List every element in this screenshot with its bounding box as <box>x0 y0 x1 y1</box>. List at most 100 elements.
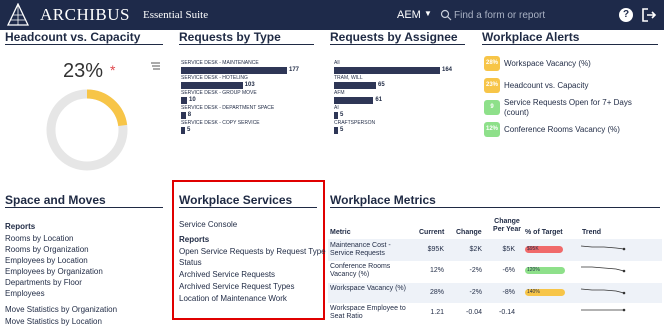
service-console-link[interactable]: Service Console <box>179 220 237 229</box>
bar-value: 10 <box>188 97 196 103</box>
column-header[interactable]: Change <box>456 229 482 237</box>
help-button[interactable]: ? <box>619 8 633 22</box>
bar-value: 61 <box>375 97 383 103</box>
metric-current: 28% <box>429 289 444 296</box>
alert-label[interactable]: Workspace Vacancy (%) <box>504 59 591 69</box>
alert-label[interactable]: Headcount vs. Capacity <box>504 81 589 91</box>
alert-label[interactable]: Conference Rooms Vacancy (%) <box>504 125 620 135</box>
capacity-gauge <box>46 89 128 171</box>
headcount-percent: 23% <box>63 60 104 82</box>
bar-label: SERVICE DESK - MAINTENANCE <box>181 60 259 66</box>
bar[interactable] <box>334 82 376 89</box>
search-box[interactable] <box>432 6 602 25</box>
metric-change-per-year: -6% <box>502 267 515 274</box>
space-and-moves-rule <box>5 207 163 208</box>
bar-label: SERVICE DESK - HOTELING <box>181 75 248 81</box>
workplace-alerts-rule <box>482 44 658 45</box>
report-link[interactable]: Move Statistics by Location <box>5 317 102 326</box>
bar[interactable] <box>334 127 338 134</box>
trend-sparkline <box>580 245 626 251</box>
bar[interactable] <box>181 67 287 74</box>
target-pill: 140% <box>525 289 565 296</box>
search-input[interactable] <box>454 6 599 25</box>
metric-change-per-year: -0.14 <box>499 309 515 316</box>
bar-value: 164 <box>442 67 453 73</box>
alert-label[interactable]: Service Requests Open for 7+ Days (count… <box>504 98 654 118</box>
metric-change-per-year: -8% <box>502 289 515 296</box>
report-link[interactable]: Employees <box>5 289 45 298</box>
target-pill: 120% <box>525 267 565 274</box>
report-link[interactable]: Rooms by Organization <box>5 245 89 254</box>
metric-name: Workspace Vacancy (%) <box>330 285 406 292</box>
column-header[interactable]: Trend <box>582 229 601 237</box>
alert-badge: 9 <box>484 100 500 115</box>
metric-name: Conference Rooms Vacancy (%) <box>330 263 391 278</box>
report-link[interactable]: Location of Maintenance Work <box>179 294 287 303</box>
column-header[interactable]: % of Target <box>525 229 563 237</box>
reports-heading: Reports <box>179 235 210 244</box>
space-and-moves-title: Space and Moves <box>5 193 106 207</box>
headcount-star: * <box>110 62 116 78</box>
reports-heading: Reports <box>5 222 36 231</box>
archibus-logo-icon[interactable] <box>6 3 30 27</box>
bar[interactable] <box>334 67 440 74</box>
report-link[interactable]: Employees by Location <box>5 256 88 265</box>
alert-badge: 28% <box>484 56 500 71</box>
report-link[interactable]: Rooms by Location <box>5 234 73 243</box>
target-pill: $95K <box>525 246 563 253</box>
report-link[interactable]: Employees by Organization <box>5 267 103 276</box>
trend-sparkline <box>581 308 626 312</box>
menu-icon[interactable] <box>151 62 160 70</box>
bar[interactable] <box>334 112 338 119</box>
metric-current: $95K <box>427 246 444 253</box>
bar-value: 5 <box>340 112 344 118</box>
column-header[interactable]: Change Per Year <box>491 218 523 234</box>
workplace-metrics-rule <box>330 207 660 208</box>
search-icon <box>440 9 452 21</box>
bar-label: CRAFTSPERSON <box>334 120 376 126</box>
bar-value: 5 <box>187 127 191 133</box>
metric-name: Workspace Employee to Seat Ratio <box>330 305 406 320</box>
column-header[interactable]: Current <box>419 229 444 237</box>
report-link[interactable]: Status <box>179 258 202 267</box>
report-link[interactable]: Open Service Requests by Request Type an… <box>179 247 341 256</box>
bar[interactable] <box>181 97 187 104</box>
metric-change-per-year: $5K <box>502 246 515 253</box>
workplace-services-title: Workplace Services <box>179 193 293 207</box>
app-name: ARCHIBUS <box>40 5 130 24</box>
bar-label: AI <box>334 105 339 111</box>
project-selector[interactable]: AEM <box>397 9 421 21</box>
bar[interactable] <box>334 97 374 104</box>
requests-by-type-title: Requests by Type <box>179 30 281 44</box>
bar-value: 8 <box>187 112 192 118</box>
bar-label: TRAM, WILL <box>334 75 363 81</box>
bar-value: 5 <box>340 127 344 133</box>
column-header[interactable]: Metric <box>330 229 351 237</box>
alert-badge: 23% <box>484 78 500 93</box>
bar[interactable] <box>181 127 185 134</box>
bar-label: AFM <box>334 90 345 96</box>
sign-out-icon[interactable] <box>641 7 657 23</box>
suite-name: Essential Suite <box>143 9 209 21</box>
requests-by-assignee-title: Requests by Assignee <box>330 30 458 44</box>
bar-label: All <box>334 60 340 66</box>
report-link[interactable]: Archived Service Requests <box>179 270 275 279</box>
report-link[interactable]: Archived Service Request Types <box>179 282 294 291</box>
metric-current: 1.21 <box>430 309 444 316</box>
chevron-down-icon[interactable]: ▼ <box>424 9 432 18</box>
gauge-fill <box>86 89 128 127</box>
bar-label: SERVICE DESK - DEPARTMENT SPACE <box>181 105 275 111</box>
headcount-title: Headcount vs. Capacity <box>5 30 141 44</box>
requests-by-type-rule <box>179 44 314 45</box>
bar[interactable] <box>181 112 186 119</box>
bar-value: 103 <box>244 82 255 88</box>
bar[interactable] <box>181 82 243 89</box>
bar-value: 177 <box>289 67 300 73</box>
trend-sparkline <box>581 266 626 273</box>
report-link[interactable]: Move Statistics by Organization <box>5 305 117 314</box>
report-link[interactable]: Departments by Floor <box>5 278 82 287</box>
bar-label: SERVICE DESK - GROUP MOVE <box>181 90 257 96</box>
bar-label: SERVICE DESK - COPY SERVICE <box>181 120 260 126</box>
workplace-metrics-title: Workplace Metrics <box>330 193 436 207</box>
trend-sparkline <box>580 288 626 295</box>
